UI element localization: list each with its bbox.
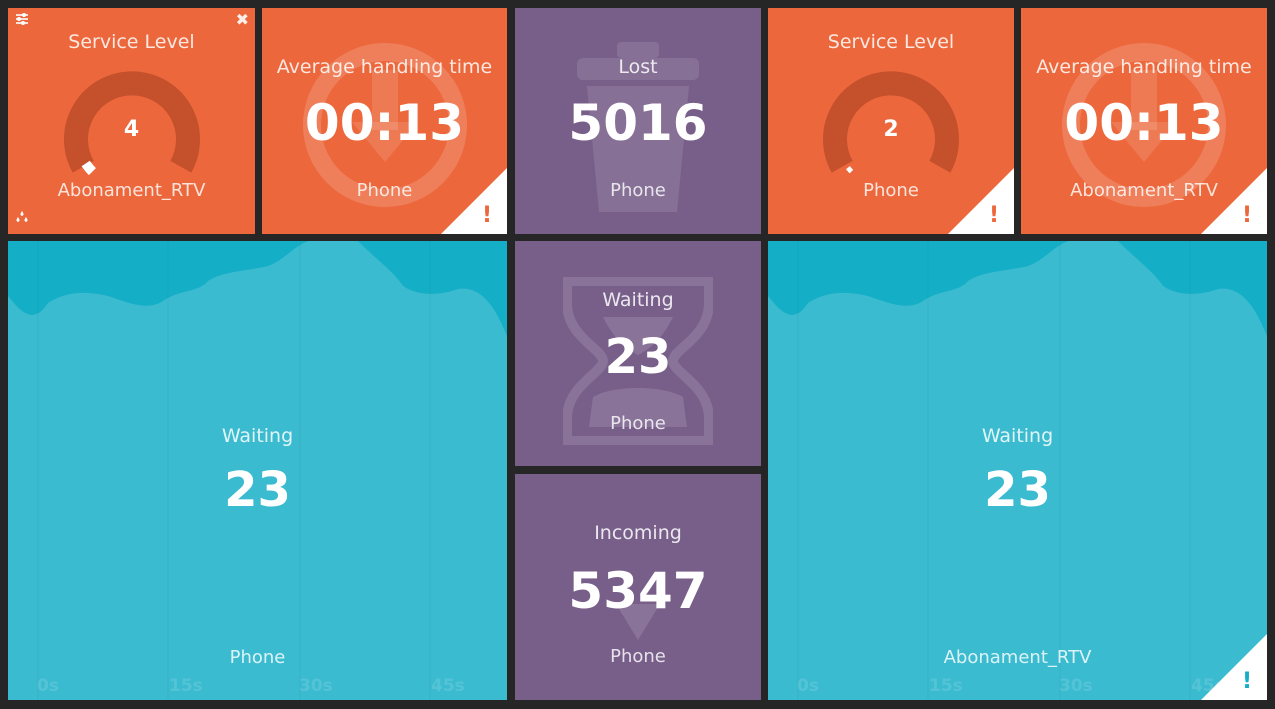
tile-title: Lost: [618, 56, 658, 78]
axis-tick: 15s: [929, 676, 963, 696]
tile-title: Waiting: [981, 425, 1054, 447]
queue-name: Phone: [229, 647, 286, 668]
queue-name: Phone: [610, 413, 666, 434]
drops-icon[interactable]: [15, 211, 29, 227]
tile-value: 00:13: [1064, 94, 1224, 152]
axis-tick: 30s: [299, 676, 333, 696]
close-icon[interactable]: ✖: [236, 10, 249, 29]
alert-icon: !: [1241, 203, 1252, 228]
alert-icon: !: [1241, 669, 1252, 694]
alert-corner[interactable]: !: [1201, 634, 1267, 700]
alert-icon: !: [481, 203, 492, 228]
queue-name: Abonament_RTV: [943, 647, 1092, 668]
axis-tick: 0s: [37, 676, 59, 696]
tile-title: Waiting: [221, 425, 294, 447]
alert-corner[interactable]: !: [948, 168, 1014, 234]
lost-tile[interactable]: Lost 5016 Phone: [515, 8, 761, 234]
tile-value: 00:13: [304, 94, 465, 152]
incoming-tile[interactable]: Incoming 5347 Phone: [515, 474, 761, 700]
alert-corner[interactable]: !: [1201, 168, 1267, 234]
alert-icon: !: [988, 203, 999, 228]
tile-title: Average handling time: [276, 56, 493, 78]
queue-name: Phone: [610, 646, 666, 667]
gauge-value: 4: [123, 117, 140, 142]
axis-tick: 45s: [431, 676, 465, 696]
tile-value: 5016: [568, 94, 708, 152]
tile-value: 23: [984, 462, 1051, 518]
alert-corner[interactable]: !: [441, 168, 507, 234]
tile-title: Average handling time: [1036, 56, 1252, 78]
tile-value: 23: [224, 462, 291, 518]
tile-value: 5347: [568, 562, 708, 620]
tile-value: 23: [604, 329, 672, 385]
waiting-wave-tile-1[interactable]: Waiting 23 Phone 0s 15s 30s 45s: [8, 241, 507, 700]
avg-handling-time-tile-1[interactable]: Average handling time 00:13 Phone !: [262, 8, 507, 234]
tile-title: Service Level: [68, 31, 195, 53]
axis-tick: 30s: [1059, 676, 1093, 696]
waiting-tile[interactable]: Waiting 23 Phone: [515, 241, 761, 466]
sliders-icon[interactable]: [15, 12, 29, 30]
tile-title: Incoming: [594, 522, 682, 544]
service-level-tile-1[interactable]: ✖ Service Level 4 Abonament_RTV: [8, 8, 255, 234]
axis-tick: 0s: [797, 676, 819, 696]
queue-name: Abonament_RTV: [57, 180, 206, 201]
avg-handling-time-tile-2[interactable]: Average handling time 00:13 Abonament_RT…: [1021, 8, 1267, 234]
tile-title: Waiting: [602, 289, 674, 311]
service-level-tile-2[interactable]: Service Level 2 Phone !: [768, 8, 1014, 234]
gauge-value: 2: [883, 117, 899, 142]
waiting-wave-tile-2[interactable]: Waiting 23 Abonament_RTV 0s 15s 30s 45s …: [768, 241, 1267, 700]
tile-title: Service Level: [827, 31, 955, 53]
queue-name: Phone: [610, 180, 666, 201]
axis-tick: 15s: [169, 676, 203, 696]
